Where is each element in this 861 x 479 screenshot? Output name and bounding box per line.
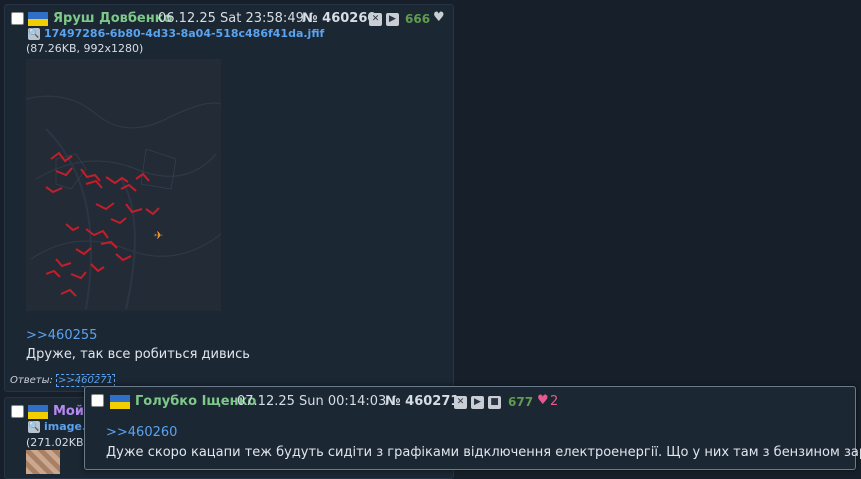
reply-reference-link[interactable]: >>460255 [26, 328, 97, 343]
close-icon[interactable]: ✕ [454, 396, 467, 409]
post-datetime: 07.12.25 Sun 00:14:03 [237, 394, 387, 409]
post-text: Друже, так все робиться дивись [26, 347, 250, 362]
reply-reference-link[interactable]: >>460260 [106, 425, 177, 440]
heart-icon[interactable]: ♥ [537, 393, 549, 408]
ukraine-flag-icon [28, 12, 48, 26]
search-icon[interactable]: 🔍 [28, 421, 40, 433]
post-number[interactable]: № 460271 [385, 394, 459, 409]
post-460260: Яруш Довбенко 06.12.25 Sat 23:58:49 № 46… [4, 4, 454, 392]
file-info: (87.26KB, 992x1280) [26, 42, 144, 55]
post-number[interactable]: № 460260 [302, 11, 376, 26]
answers-label: Ответы: [10, 375, 53, 386]
poster-name[interactable]: Яруш Довбенко [53, 11, 173, 26]
ukraine-flag-icon [28, 405, 48, 419]
post-text: Дуже скоро кацапи теж будуть сидіти з гр… [106, 445, 861, 460]
post-select-checkbox[interactable] [11, 12, 24, 25]
answers-line: Ответы: >>460271 [10, 374, 115, 387]
search-icon[interactable]: 🔍 [28, 28, 40, 40]
post-select-checkbox[interactable] [11, 405, 24, 418]
image-thumbnail[interactable] [26, 450, 60, 474]
file-name-link[interactable]: 17497286-6b80-4d33-8a04-518c486f41da.jfi… [44, 27, 324, 40]
svg-text:✈: ✈ [154, 229, 163, 242]
ukraine-flag-icon [110, 395, 130, 409]
stop-icon[interactable]: ■ [488, 396, 501, 409]
post-select-checkbox[interactable] [91, 394, 104, 407]
close-icon[interactable]: ✕ [369, 13, 382, 26]
reply-preview-popup: Голубко Іщенко 07.12.25 Sun 00:14:03 № 4… [84, 386, 861, 470]
like-count: 2 [550, 394, 559, 409]
post-count: 677 [508, 395, 534, 409]
play-icon[interactable]: ▶ [471, 396, 484, 409]
file-info: (271.02KB, [26, 436, 88, 449]
post-count: 666 [405, 12, 431, 26]
play-icon[interactable]: ▶ [386, 13, 399, 26]
map-thumbnail[interactable]: ✈ [26, 59, 221, 311]
post-datetime: 06.12.25 Sat 23:58:49 [158, 11, 304, 26]
map-image: ✈ [26, 59, 221, 311]
heart-icon[interactable]: ♥ [433, 10, 445, 25]
